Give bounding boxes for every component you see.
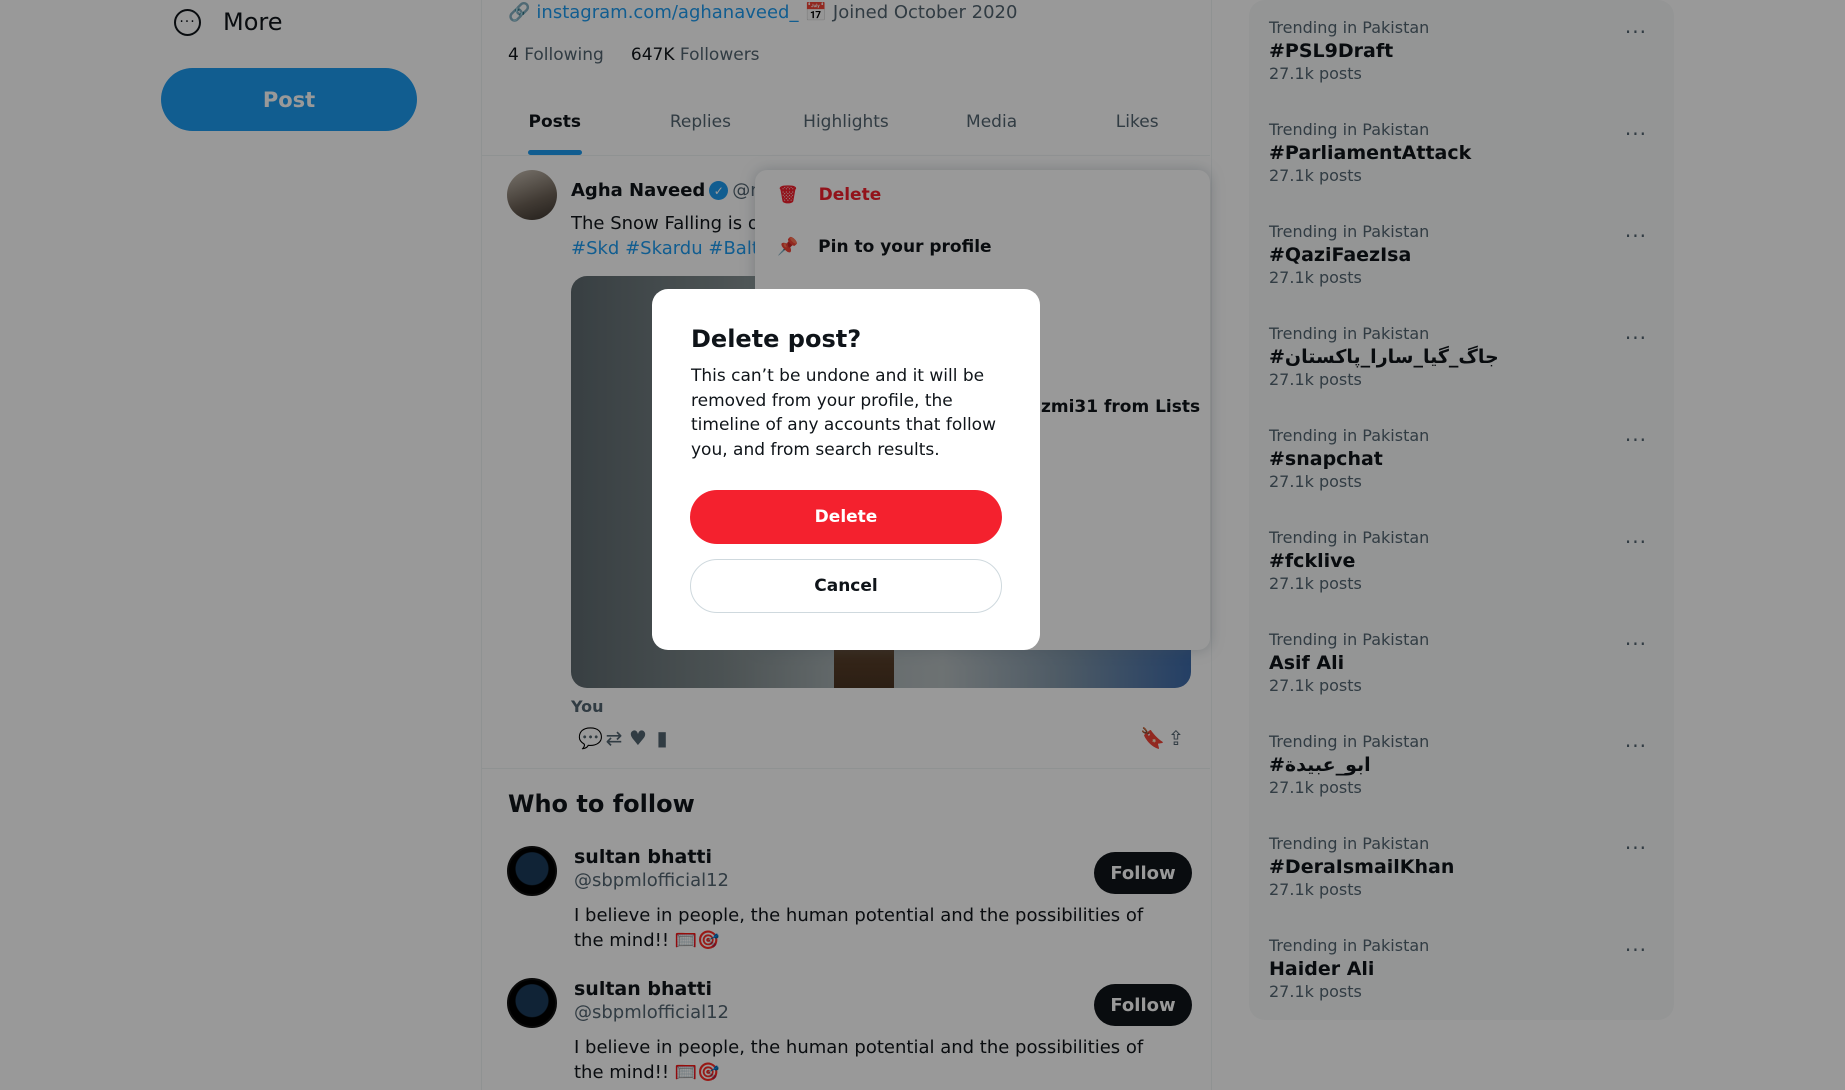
cancel-button[interactable]: Cancel: [690, 559, 1002, 613]
dialog-title: Delete post?: [691, 325, 862, 353]
dialog-body: This can’t be undone and it will be remo…: [691, 366, 996, 460]
confirm-delete-button[interactable]: Delete: [690, 490, 1002, 544]
delete-dialog: Delete post? This can’t be undone and it…: [652, 289, 1040, 650]
